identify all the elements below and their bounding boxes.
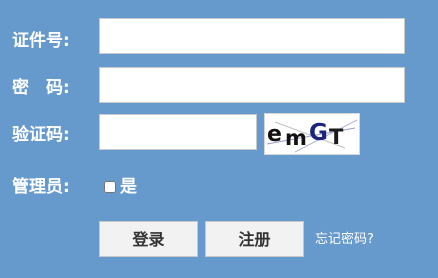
admin-option[interactable]: 是 — [104, 176, 137, 198]
captcha-graphic: e m G T — [266, 119, 358, 153]
id-number-input[interactable] — [99, 18, 405, 54]
captcha-char: T — [329, 125, 344, 149]
admin-option-text: 是 — [120, 177, 137, 197]
captcha-input[interactable] — [99, 114, 257, 150]
login-button[interactable]: 登录 — [99, 221, 198, 257]
admin-checkbox[interactable] — [104, 181, 116, 193]
forgot-password-link[interactable]: 忘记密码? — [315, 231, 374, 249]
register-button[interactable]: 注册 — [205, 221, 304, 257]
id-label: 证件号: — [12, 31, 70, 51]
password-label: 密 码: — [12, 78, 70, 98]
captcha-char: m — [285, 126, 307, 150]
captcha-char: G — [309, 120, 328, 146]
password-input[interactable] — [99, 67, 405, 103]
captcha-image[interactable]: e m G T — [264, 113, 360, 155]
admin-label: 管理员: — [12, 177, 70, 197]
captcha-char: e — [267, 122, 282, 147]
captcha-label: 验证码: — [12, 125, 70, 145]
